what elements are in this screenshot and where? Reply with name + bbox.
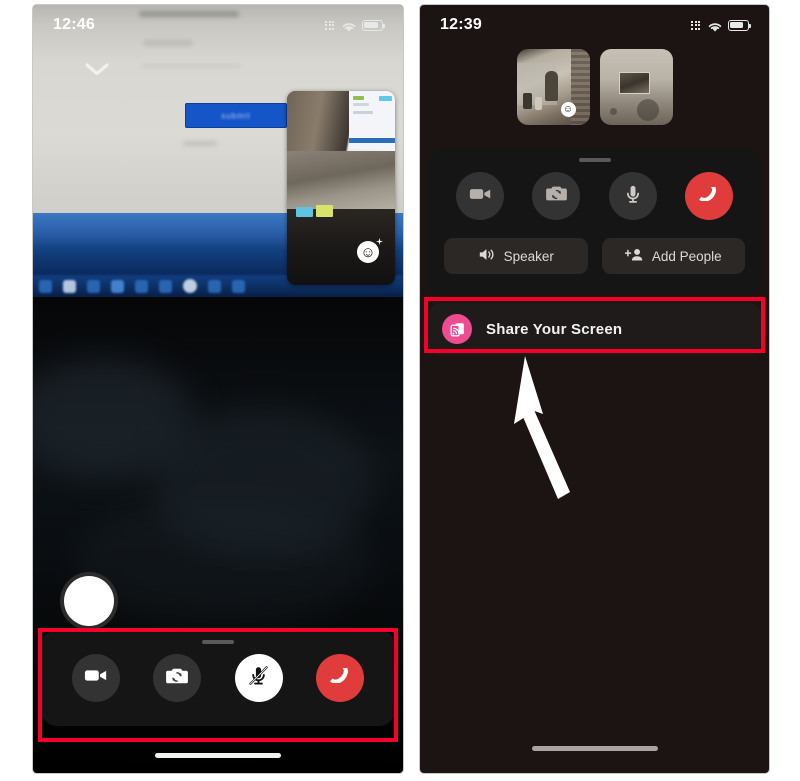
microphone-button[interactable] [608, 172, 657, 220]
status-indicators [691, 19, 751, 32]
microphone-button[interactable] [234, 654, 283, 702]
status-bar: 12:39 [420, 5, 769, 45]
end-call-button[interactable] [684, 172, 733, 220]
add-people-button[interactable]: Add People [601, 238, 745, 274]
drag-handle[interactable] [578, 158, 611, 162]
home-indicator [155, 753, 281, 758]
flip-camera-button[interactable] [153, 654, 202, 702]
thumbnail-object [522, 93, 532, 109]
phone-screen-sharing-view: submit ☺ 12:46 [33, 5, 403, 773]
chevron-down-icon[interactable] [85, 63, 109, 76]
speaker-label: Speaker [503, 248, 554, 264]
video-camera-icon [469, 186, 492, 207]
pip-desk-surface [287, 151, 395, 213]
pointer-arrow [498, 352, 628, 512]
blurred-input-underline [141, 65, 241, 67]
thumbnail-picture-frame [619, 71, 651, 94]
hang-up-phone-icon [696, 183, 721, 206]
microphone-muted-icon [247, 664, 270, 692]
thumbnail-object [544, 71, 558, 101]
video-camera-button[interactable] [456, 172, 505, 220]
video-camera-button[interactable] [71, 654, 120, 702]
thumbnail-object [609, 108, 617, 116]
share-your-screen-button[interactable]: Share Your Screen [428, 303, 761, 355]
shared-screen-content[interactable]: submit ☺ [33, 5, 403, 297]
battery-icon [728, 19, 751, 31]
home-indicator [531, 746, 658, 751]
emoji-reaction-icon[interactable]: ☺ [357, 241, 379, 263]
status-clock: 12:39 [440, 16, 482, 33]
secondary-controls-row: Speaker Add People [428, 238, 761, 290]
drag-handle[interactable] [202, 640, 234, 644]
add-people-label: Add People [651, 248, 722, 264]
participant-thumbnails: ☺ [420, 49, 769, 125]
screen-cast-icon [442, 314, 472, 344]
hang-up-phone-icon [327, 665, 353, 688]
picture-in-picture-camera[interactable]: ☺ [287, 91, 395, 285]
participant-thumbnail-2[interactable] [599, 49, 673, 125]
self-video-avatar[interactable] [64, 576, 114, 626]
pip-laptop-body [287, 209, 395, 285]
flip-camera-icon [165, 666, 189, 691]
signal-bars-icon [691, 20, 700, 30]
submit-button[interactable]: submit [185, 103, 287, 128]
speaker-icon [478, 247, 496, 265]
flip-camera-icon [545, 184, 568, 208]
thumbnail-object [534, 97, 542, 110]
wifi-icon [341, 20, 356, 32]
speaker-button[interactable]: Speaker [444, 238, 588, 274]
video-camera-icon [84, 667, 108, 689]
emoji-glyph: ☺ [562, 104, 574, 115]
pip-sticky-note [316, 205, 333, 217]
signal-bars-icon [325, 20, 334, 30]
wifi-icon [707, 20, 722, 32]
video-noise-blob [73, 497, 373, 627]
pip-sticky-note [296, 207, 313, 217]
microphone-icon [622, 183, 644, 210]
status-indicators [325, 19, 385, 32]
emoji-reaction-icon[interactable]: ☺ [560, 102, 576, 117]
add-person-icon [624, 247, 644, 265]
call-controls-sheet [41, 630, 395, 726]
status-bar: 12:46 [33, 5, 403, 45]
blurred-link-text [183, 141, 217, 146]
battery-icon [362, 19, 385, 31]
emoji-glyph: ☺ [360, 243, 376, 261]
submit-button-label: submit [221, 111, 251, 120]
thumbnail-object [637, 99, 660, 122]
end-call-button[interactable] [316, 654, 365, 702]
share-your-screen-label: Share Your Screen [486, 320, 623, 338]
status-clock: 12:46 [53, 16, 95, 33]
call-controls-sheet: Speaker Add People [428, 148, 761, 296]
participant-thumbnail-1[interactable]: ☺ [516, 49, 590, 125]
flip-camera-button[interactable] [532, 172, 581, 220]
pip-laptop-screen [349, 91, 395, 149]
